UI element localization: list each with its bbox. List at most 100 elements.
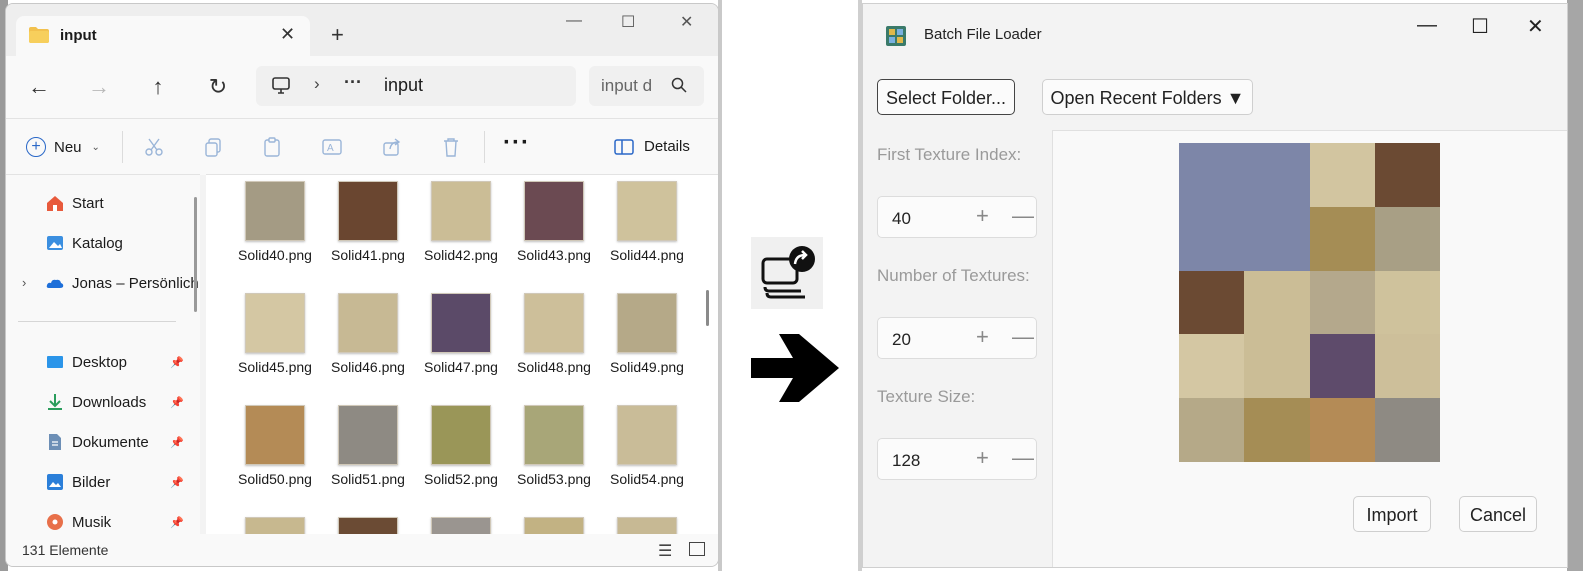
atlas-tile	[1244, 270, 1310, 335]
sidebar-item-start[interactable]: Start	[46, 194, 104, 212]
sidebar-item-onedrive[interactable]: Jonas – Persönlich	[46, 274, 199, 292]
increment-button[interactable]: +	[976, 324, 989, 350]
sidebar-item-label: Dokumente	[72, 433, 149, 451]
select-folder-button[interactable]: Select Folder...	[877, 79, 1015, 115]
file-item[interactable]: Solid42.png	[415, 181, 507, 266]
details-button[interactable]: Details	[614, 138, 690, 155]
atlas-tile	[1374, 206, 1440, 271]
open-recent-folders-dropdown[interactable]: Open Recent Folders ▼	[1042, 79, 1253, 115]
file-item[interactable]: Solid52.png	[415, 405, 507, 490]
new-button[interactable]: + Neu ⌄	[26, 137, 100, 157]
number-of-textures-input[interactable]: 20 + —	[877, 317, 1037, 359]
rename-icon[interactable]: A	[321, 136, 343, 158]
atlas-tile	[1179, 143, 1245, 207]
sidebar-item-musik[interactable]: Musik	[46, 513, 111, 531]
file-thumbnail	[245, 293, 305, 353]
forward-button[interactable]: →	[84, 74, 114, 100]
file-item[interactable]: Solid51.png	[322, 405, 414, 490]
first-texture-index-value[interactable]: 40	[892, 209, 911, 229]
new-tab-button[interactable]: +	[331, 22, 344, 48]
texture-size-input[interactable]: 128 + —	[877, 438, 1037, 480]
increment-button[interactable]: +	[976, 203, 989, 229]
file-thumbnail	[431, 293, 491, 353]
sidebar-item-bilder[interactable]: Bilder	[46, 473, 110, 491]
cancel-button[interactable]: Cancel	[1459, 496, 1537, 532]
downloads-icon	[48, 394, 62, 410]
file-thumbnail	[524, 293, 584, 353]
close-button[interactable]: ✕	[680, 12, 693, 32]
paste-icon[interactable]	[261, 136, 283, 158]
file-item[interactable]: Solid40.png	[229, 181, 321, 266]
file-item[interactable]: Solid41.png	[322, 181, 414, 266]
file-list: Solid40.png Solid41.png Solid42.png Solid43…	[206, 174, 718, 535]
search-box[interactable]: input d	[589, 66, 704, 106]
minimize-button[interactable]: —	[566, 12, 582, 30]
increment-button[interactable]: +	[976, 445, 989, 471]
file-item[interactable]	[229, 517, 321, 535]
atlas-tile	[1309, 270, 1375, 335]
file-thumbnail	[431, 405, 491, 465]
cut-icon[interactable]	[143, 136, 165, 158]
gallery-icon	[47, 236, 63, 250]
copy-icon[interactable]	[202, 136, 224, 158]
file-item[interactable]: Solid54.png	[601, 405, 693, 490]
add-icon: +	[26, 137, 46, 157]
share-icon[interactable]	[381, 136, 403, 158]
sidebar-item-katalog[interactable]: Katalog	[46, 234, 123, 252]
breadcrumb-overflow[interactable]: ···	[344, 72, 362, 93]
file-item[interactable]: Solid43.png	[508, 181, 600, 266]
file-item[interactable]: Solid46.png	[322, 293, 414, 378]
decrement-button[interactable]: —	[1012, 324, 1034, 350]
file-item[interactable]: Solid48.png	[508, 293, 600, 378]
file-item[interactable]: Solid44.png	[601, 181, 693, 266]
file-item[interactable]	[322, 517, 414, 535]
music-icon	[47, 514, 63, 530]
file-thumbnail	[524, 405, 584, 465]
texture-size-value[interactable]: 128	[892, 451, 920, 471]
breadcrumb-current[interactable]: input	[384, 75, 423, 96]
tab-close-icon[interactable]: ✕	[280, 24, 295, 45]
decrement-button[interactable]: —	[1012, 203, 1034, 229]
up-button[interactable]: ↑	[143, 74, 173, 100]
minimize-button[interactable]: —	[1417, 14, 1437, 37]
more-options-button[interactable]: ···	[503, 129, 530, 157]
sidebar-item-desktop[interactable]: Desktop	[46, 353, 127, 371]
address-bar[interactable]: › ··· input	[256, 66, 576, 106]
file-item[interactable]: Solid47.png	[415, 293, 507, 378]
close-button[interactable]: ✕	[1527, 14, 1544, 39]
file-item[interactable]	[601, 517, 693, 535]
file-name: Solid51.png	[331, 471, 405, 487]
file-name: Solid43.png	[517, 247, 591, 263]
number-of-textures-value[interactable]: 20	[892, 330, 911, 350]
folder-icon	[29, 27, 49, 43]
file-item[interactable]: Solid49.png	[601, 293, 693, 378]
sidebar-scrollbar[interactable]	[194, 197, 197, 312]
sidebar-item-downloads[interactable]: Downloads	[46, 393, 146, 411]
decrement-button[interactable]: —	[1012, 445, 1034, 471]
atlas-tile	[1179, 206, 1245, 271]
content-scrollbar[interactable]	[706, 290, 709, 326]
refresh-button[interactable]: ↻	[203, 74, 233, 100]
navigation-bar: ← → ↑ ↻ › ··· input input d	[6, 56, 718, 118]
atlas-tile	[1244, 206, 1310, 271]
maximize-button[interactable]: ☐	[1471, 14, 1489, 39]
tiles-view-icon[interactable]	[689, 542, 705, 556]
import-button[interactable]: Import	[1353, 496, 1431, 532]
file-item[interactable]: Solid53.png	[508, 405, 600, 490]
expand-chevron-icon[interactable]: ›	[22, 275, 26, 290]
first-texture-index-input[interactable]: 40 + —	[877, 196, 1037, 238]
file-item[interactable]	[508, 517, 600, 535]
details-view-icon[interactable]: ☰	[658, 541, 672, 561]
file-item[interactable]: Solid50.png	[229, 405, 321, 490]
sidebar-item-dokumente[interactable]: Dokumente	[46, 433, 149, 451]
home-icon	[47, 196, 63, 211]
file-item[interactable]	[415, 517, 507, 535]
atlas-tile	[1374, 334, 1440, 399]
back-button[interactable]: ←	[24, 74, 54, 100]
delete-icon[interactable]	[440, 136, 462, 158]
explorer-tab[interactable]: input ✕	[16, 16, 310, 56]
file-name: Solid49.png	[610, 359, 684, 375]
file-item[interactable]: Solid45.png	[229, 293, 321, 378]
maximize-button[interactable]: ☐	[621, 12, 635, 32]
navigation-pane: Start Katalog › Jonas – Persönlich Deskt…	[6, 174, 200, 535]
